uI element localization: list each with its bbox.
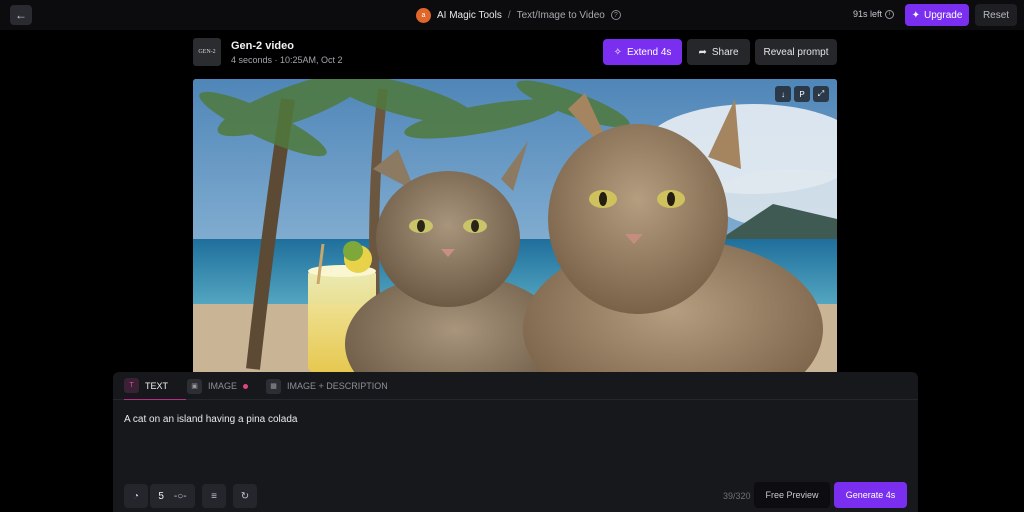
info-icon[interactable]: i	[885, 9, 895, 19]
breadcrumb-text-image-to-video: Text/Image to Video	[516, 9, 605, 21]
seed-control[interactable]: 5 -○-	[150, 484, 195, 508]
tab-image-label: IMAGE	[208, 381, 238, 391]
breadcrumb-separator: /	[507, 9, 511, 21]
credits-remaining: 91s left i	[853, 9, 895, 19]
extend-button[interactable]: ✧ Extend 4s	[603, 39, 682, 65]
tab-text[interactable]: T TEXT	[124, 372, 186, 400]
character-count: 39/320	[723, 491, 751, 501]
download-icon[interactable]: ↓	[775, 86, 791, 102]
sparkle-icon: ✦	[911, 9, 921, 21]
breadcrumb-ai-magic-tools[interactable]: AI Magic Tools	[437, 10, 502, 21]
history-icon: ↻	[240, 490, 250, 502]
text-icon: T	[124, 378, 139, 393]
generate-button[interactable]: Generate 4s	[834, 482, 907, 508]
settings-button[interactable]: ≡	[202, 484, 226, 508]
share-icon: ➦	[698, 46, 707, 58]
tab-image-description[interactable]: ▦ IMAGE + DESCRIPTION	[266, 372, 388, 400]
input-mode-tabs: T TEXT ▣ IMAGE ▦ IMAGE + DESCRIPTION	[113, 372, 918, 400]
video-thumbnail: GEN-2	[193, 38, 221, 66]
back-button[interactable]: ←	[10, 5, 32, 25]
share-button[interactable]: ➦ Share	[687, 39, 750, 65]
image-description-icon: ▦	[266, 378, 281, 394]
arrow-left-icon: ←	[15, 8, 27, 22]
sliders-icon: ≡	[211, 490, 217, 502]
gauge-icon: ◔	[132, 490, 140, 502]
new-badge-dot	[243, 383, 249, 389]
video-tools: ↓ P ⤢	[775, 86, 829, 102]
video-meta: 4 seconds · 10:25AM, Oct 2	[231, 55, 343, 65]
app-logo-icon: a	[416, 7, 431, 23]
extend-label: Extend 4s	[626, 46, 672, 58]
tab-image[interactable]: ▣ IMAGE	[187, 372, 249, 400]
history-button[interactable]: ↻	[233, 484, 257, 508]
seed-value: 5	[158, 490, 164, 502]
video-frame-image	[193, 79, 837, 372]
slider-icon: -○-	[173, 490, 187, 502]
prompt-input[interactable]: A cat on an island having a pina colada	[124, 414, 297, 425]
tab-image-description-label: IMAGE + DESCRIPTION	[287, 381, 388, 391]
magic-wand-icon: ✧	[613, 46, 622, 58]
reveal-prompt-button[interactable]: Reveal prompt	[755, 39, 837, 65]
image-icon: ▣	[187, 378, 202, 394]
upgrade-label: Upgrade	[924, 9, 963, 21]
fullscreen-icon[interactable]: ⤢	[813, 86, 829, 102]
breadcrumb: a AI Magic Tools / Text/Image to Video ?	[416, 7, 621, 23]
credits-label: 91s left	[853, 9, 883, 19]
reset-button[interactable]: Reset	[975, 4, 1017, 26]
share-label: Share	[711, 46, 739, 58]
pin-icon[interactable]: P	[794, 86, 810, 102]
tab-text-label: TEXT	[145, 380, 169, 391]
help-icon[interactable]: ?	[610, 10, 621, 20]
free-preview-button[interactable]: Free Preview	[754, 482, 830, 508]
video-title: Gen-2 video	[231, 40, 294, 52]
upgrade-button[interactable]: ✦ Upgrade	[905, 4, 969, 26]
video-player[interactable]: ↓ P ⤢	[193, 79, 837, 372]
top-bar: ← a AI Magic Tools / Text/Image to Video…	[0, 0, 1024, 30]
generation-panel: T TEXT ▣ IMAGE ▦ IMAGE + DESCRIPTION A c…	[113, 372, 918, 512]
speed-button[interactable]: ◔	[124, 484, 148, 508]
